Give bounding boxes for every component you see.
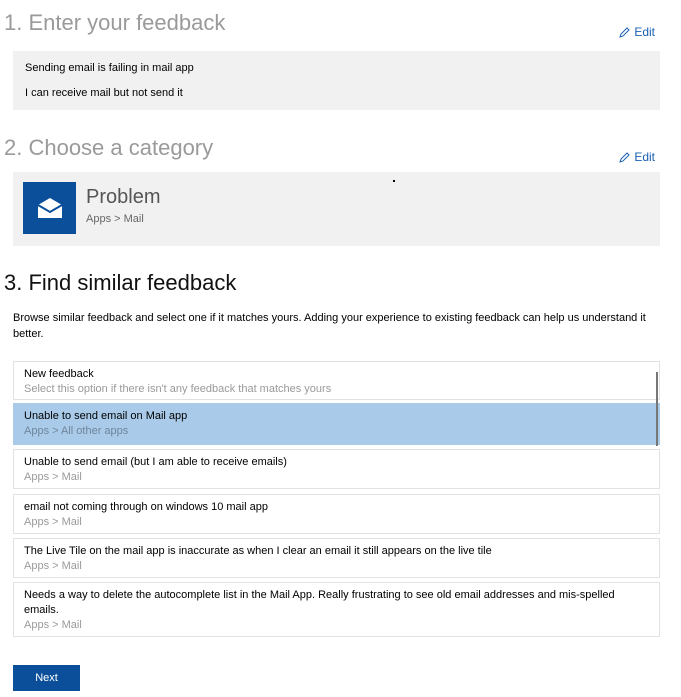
item-subtitle: Apps > Mail [24, 560, 82, 572]
feedback-line: Sending email is failing in mail app [25, 62, 194, 74]
feedback-summary: Sending email is failing in mail app I c… [13, 51, 660, 110]
list-item[interactable]: email not coming through on windows 10 m… [13, 494, 660, 534]
item-title: The Live Tile on the mail app is inaccur… [24, 545, 492, 557]
step3-heading: 3. Find similar feedback [4, 270, 237, 295]
similar-feedback-list[interactable]: New feedback Select this option if there … [13, 361, 661, 641]
item-subtitle: Apps > Mail [24, 516, 82, 528]
step1-heading: 1. Enter your feedback [4, 10, 226, 35]
edit-label: Edit [634, 25, 655, 39]
cursor [393, 180, 395, 182]
pencil-icon [619, 151, 631, 163]
list-item[interactable]: Unable to send email on Mail app Apps > A… [13, 403, 660, 445]
item-title: Unable to send email on Mail app [24, 410, 188, 422]
category-summary: Problem Apps > Mail [13, 172, 660, 246]
list-item[interactable]: Needs a way to delete the autocomplete l… [13, 582, 660, 637]
item-subtitle: Apps > Mail [24, 471, 82, 483]
list-item[interactable]: Unable to send email (but I am able to r… [13, 449, 660, 489]
edit-feedback-button[interactable]: Edit [618, 25, 655, 39]
step2-heading: 2. Choose a category [4, 135, 214, 160]
item-title: email not coming through on windows 10 m… [24, 501, 268, 513]
edit-category-button[interactable]: Edit [618, 150, 655, 164]
item-subtitle: Apps > All other apps [24, 425, 129, 437]
pencil-icon [619, 26, 631, 38]
list-scrollbar[interactable] [656, 372, 658, 446]
item-subtitle: Apps > Mail [24, 619, 82, 631]
category-path: Apps > Mail [86, 213, 144, 225]
item-title: Needs a way to delete the autocomplete l… [24, 589, 615, 616]
item-title: Unable to send email (but I am able to r… [24, 456, 287, 468]
category-title: Problem [86, 186, 161, 208]
feedback-line: I can receive mail but not send it [25, 87, 183, 99]
list-item-new-feedback[interactable]: New feedback Select this option if there … [13, 361, 660, 400]
step3-description: Browse similar feedback and select one i… [13, 312, 646, 340]
next-button[interactable]: Next [13, 665, 80, 691]
item-title: New feedback [24, 368, 94, 380]
mail-icon [23, 182, 76, 234]
edit-label: Edit [634, 150, 655, 164]
list-item[interactable]: The Live Tile on the mail app is inaccur… [13, 538, 660, 578]
item-subtitle: Select this option if there isn't any fe… [24, 383, 332, 395]
